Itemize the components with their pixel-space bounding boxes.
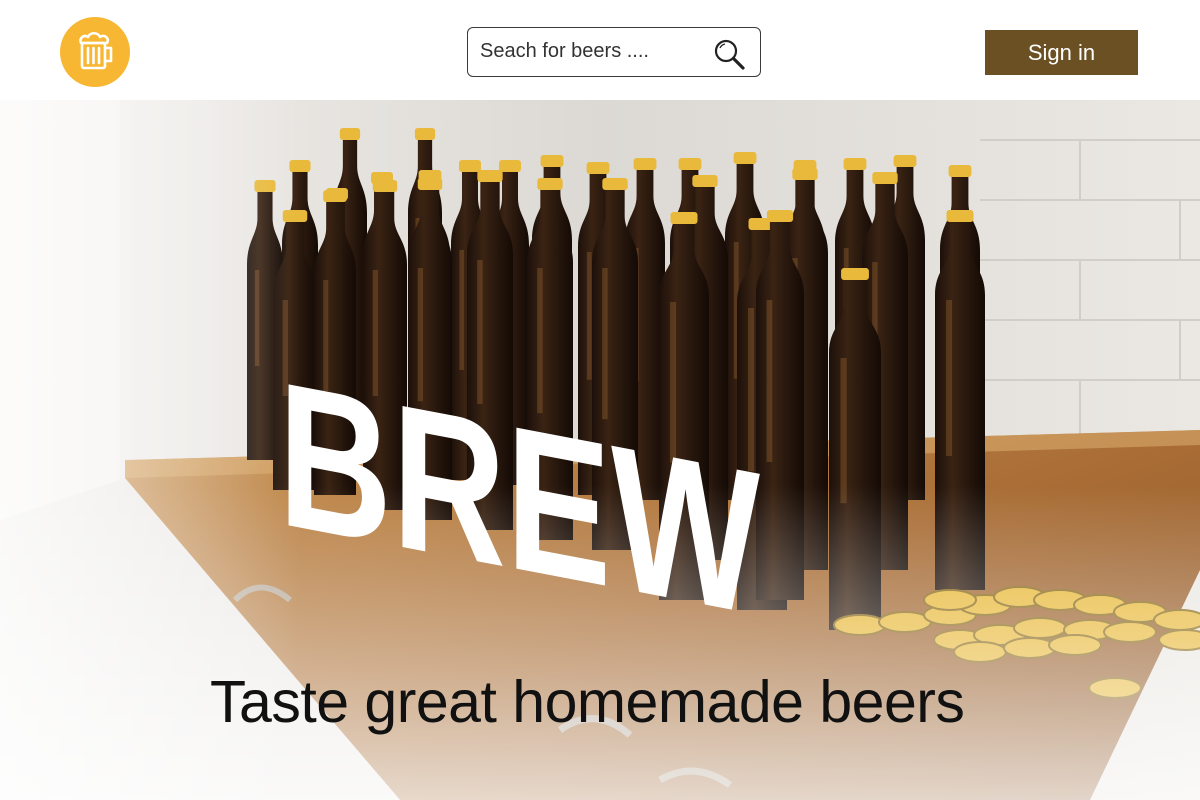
hero-banner: BREW Taste great homemade beers — [0, 100, 1200, 800]
search-box — [467, 27, 761, 77]
hero-tagline: Taste great homemade beers — [210, 669, 965, 735]
beer-mug-icon — [79, 31, 113, 70]
landing-page: Sign in — [0, 0, 1200, 800]
top-nav: Sign in — [0, 0, 1200, 100]
brew-text: BREW — [278, 338, 761, 658]
logo[interactable] — [60, 17, 130, 87]
sign-in-button[interactable]: Sign in — [985, 30, 1138, 75]
brew-headline: BREW — [278, 338, 761, 658]
search-icon[interactable] — [712, 37, 746, 71]
search-input[interactable] — [480, 28, 710, 75]
